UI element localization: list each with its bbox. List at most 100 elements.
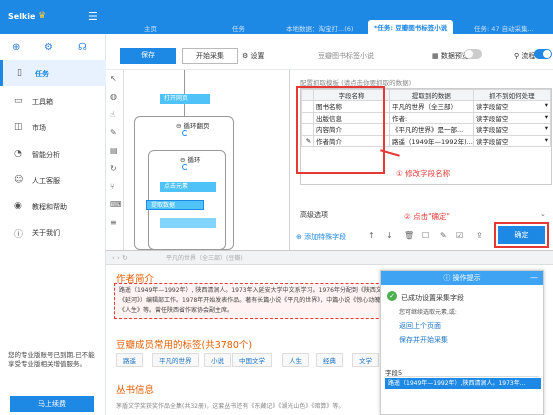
sidebar-item-label: 智能分析 (32, 151, 60, 159)
grid-icon: ▦ (432, 52, 439, 60)
tag[interactable]: 人生 (282, 353, 309, 367)
handle-value: 读字段留空 (475, 126, 509, 135)
add-special-field-button[interactable]: ⊕ 添加特殊字段 (296, 232, 346, 242)
advanced-options[interactable]: 高级选项 (300, 210, 328, 220)
sidebar-item-help[interactable]: ◉ 教程和帮助 (0, 193, 106, 219)
click-icon[interactable]: ☝ (110, 110, 115, 119)
flow-connector (184, 104, 185, 116)
loop-icon[interactable]: ↻ (110, 164, 117, 173)
sidebar-item-label: 任务 (35, 70, 49, 78)
tag[interactable]: 小说 (204, 353, 231, 367)
field-data-cell: 《平凡的世界》是一部... (389, 123, 474, 136)
flow-node-open-page[interactable]: 打开网页 (160, 94, 210, 104)
sidebar-item-about[interactable]: ⓘ 关于我们 (0, 219, 106, 245)
clear-icon[interactable]: ☐ (422, 231, 429, 240)
series-text: 茅盾文学奖获奖作品全集(共32册)，这套丛书还有《东藏记》《湖光山色》《暗算》等… (116, 403, 345, 410)
chevron-down-icon[interactable]: ⌄ (540, 210, 546, 218)
operation-tip-header: ⓘ 操作提示 — (381, 271, 543, 285)
settings-button[interactable]: ⚙ 设置 (242, 51, 265, 61)
tab-home[interactable]: 主页 (144, 23, 157, 33)
author-text[interactable]: 路遥（1949年—1992年）, 陕西清涧人。1973年入延安大学中文系学习。1… (114, 283, 414, 319)
settings-label: 设置 (250, 52, 265, 60)
flow-loop-title: ⊖ 循环 (180, 156, 201, 164)
operation-tip-panel: ⓘ 操作提示 — ✓ 已成功设置采集字段 您可继续选取元素,或: 返回上个页面 … (380, 270, 544, 415)
move-up-icon[interactable]: ↑ (368, 231, 375, 240)
flow-loop-page-label: 循环翻页 (183, 122, 210, 130)
info-icon: ⓘ (14, 230, 24, 240)
toolbox-icon: ▭ (14, 96, 23, 106)
check-icon[interactable]: ☑ (456, 231, 463, 240)
ok-button[interactable]: 确定 (498, 226, 545, 244)
globe-icon[interactable]: ◍ (110, 92, 117, 101)
loop-spinner-icon (182, 130, 188, 136)
success-check-icon: ✓ (387, 291, 397, 301)
tab-other-task[interactable]: 任务: 47 自动采集... (474, 23, 534, 33)
column-header: 提取到的数据 (389, 89, 474, 101)
delete-icon[interactable]: 🗑 (404, 231, 414, 240)
list-icon[interactable]: ≡ (110, 218, 117, 227)
loop-spinner-icon (182, 164, 188, 170)
code-icon[interactable]: ⌨ (110, 200, 122, 209)
field-handle-select[interactable]: 读字段留空 ▾ (472, 123, 552, 136)
flow-node-click-element[interactable]: 点击元素 (160, 182, 216, 192)
sidebar-item-toolbox[interactable]: ▭ 工具箱 (0, 88, 106, 114)
tag[interactable]: 路遥 (116, 353, 143, 367)
sidebar-item-market[interactable]: ◫ 市场 (0, 114, 106, 140)
add-field-label: 添加特殊字段 (304, 233, 347, 241)
branch-icon[interactable]: ⑂ (110, 182, 115, 191)
flow-toggle[interactable] (534, 49, 552, 59)
renew-button[interactable]: 马上续费 (10, 396, 94, 412)
upload-icon[interactable]: ⇪ (476, 231, 483, 240)
sidebar-item-label: 教程和帮助 (32, 203, 67, 211)
handle-value: 读字段留空 (475, 103, 509, 112)
plus-circle-icon[interactable]: ⊕ (12, 42, 20, 53)
field-label: 字段5 (385, 367, 539, 377)
handle-value: 读字段留空 (475, 137, 509, 146)
annotation-highlight-box (296, 86, 385, 174)
headset-icon[interactable]: ☊ (78, 42, 87, 53)
tab-tasks[interactable]: 任务 (232, 23, 245, 33)
field-handle-select[interactable]: 读字段留空 ▾ (472, 134, 552, 147)
sidebar-item-analysis[interactable]: ◔ 智能分析 (0, 141, 106, 167)
save-and-start-link[interactable]: 保存并开始采集 (399, 335, 448, 345)
flow-node-extract-data[interactable]: 提取数据 (146, 200, 204, 210)
toolbar: 保存 开始采集 ⚙ 设置 豆瓣图书标签小说 ▦ 数据预览 ⚲ 流程 (106, 34, 553, 70)
preview-url[interactable]: 平凡的世界（全三部）(豆瓣) (166, 253, 316, 263)
sidebar-item-task[interactable]: ▯ 任务 (0, 60, 106, 86)
menu-icon[interactable]: ☰ (88, 10, 98, 23)
dropdown-arrow-icon: ▾ (544, 124, 548, 133)
tab-local-data[interactable]: 本地数据：淘宝打...(6) (286, 23, 353, 33)
task-title[interactable]: 豆瓣图书标签小说 (318, 51, 374, 61)
tag[interactable]: 平凡的世界 (152, 353, 199, 367)
flow-loop-page-title: ⊖ 循环翻页 (176, 122, 210, 130)
start-collect-button[interactable]: 开始采集 (182, 48, 238, 64)
field-handle-select[interactable]: 读字段留空 ▾ (472, 100, 552, 113)
save-button[interactable]: 保存 (120, 48, 176, 64)
flow-node-placeholder[interactable] (160, 218, 216, 228)
chart-icon: ◔ (14, 149, 22, 159)
cursor-icon[interactable]: ↖ (110, 74, 117, 83)
operation-hint: 您可继续选取元素,或: (399, 309, 457, 316)
tag[interactable]: 中国文学 (232, 353, 272, 367)
tag[interactable]: 文学 (352, 353, 379, 367)
field-handle-select[interactable]: 读字段留空 ▾ (472, 111, 552, 124)
edit-icon[interactable]: ✎ (110, 128, 117, 137)
column-header: 抓不到如何处理 (472, 89, 552, 101)
back-to-previous-link[interactable]: 返回上个页面 (399, 321, 441, 331)
field-value-selected[interactable]: 路遥（1949年—1992年）,陕西清涧人。1973年... (385, 378, 541, 389)
field-actions-bar: ⊕ 添加特殊字段 ↑ ↓ 🗑 ☐ ✎ ☑ ⇪ (290, 226, 500, 248)
table-icon[interactable]: ▤ (110, 146, 118, 155)
sidebar-item-support[interactable]: ☺ 人工客服 (0, 167, 106, 193)
flow-connector (184, 70, 185, 94)
tab-bar: 主页 任务 本地数据：淘宝打...(6) *任务: 豆瓣图书标签小说 任务: 4… (106, 0, 553, 34)
tag[interactable]: 经典 (316, 353, 343, 367)
nav-arrows-icon[interactable]: ‹ › ↻ (112, 254, 128, 262)
flow-label: ⚲ 流程 (514, 51, 535, 61)
minimize-icon[interactable]: — (530, 271, 538, 285)
gear-icon[interactable]: ⚙ (44, 42, 53, 53)
tab-current-task[interactable]: *任务: 豆瓣图书标签小说 (368, 20, 454, 34)
edit-icon[interactable]: ✎ (440, 231, 447, 240)
data-preview-toggle[interactable] (464, 49, 482, 59)
app-logo: Selkie (8, 12, 36, 21)
move-down-icon[interactable]: ↓ (386, 231, 393, 240)
